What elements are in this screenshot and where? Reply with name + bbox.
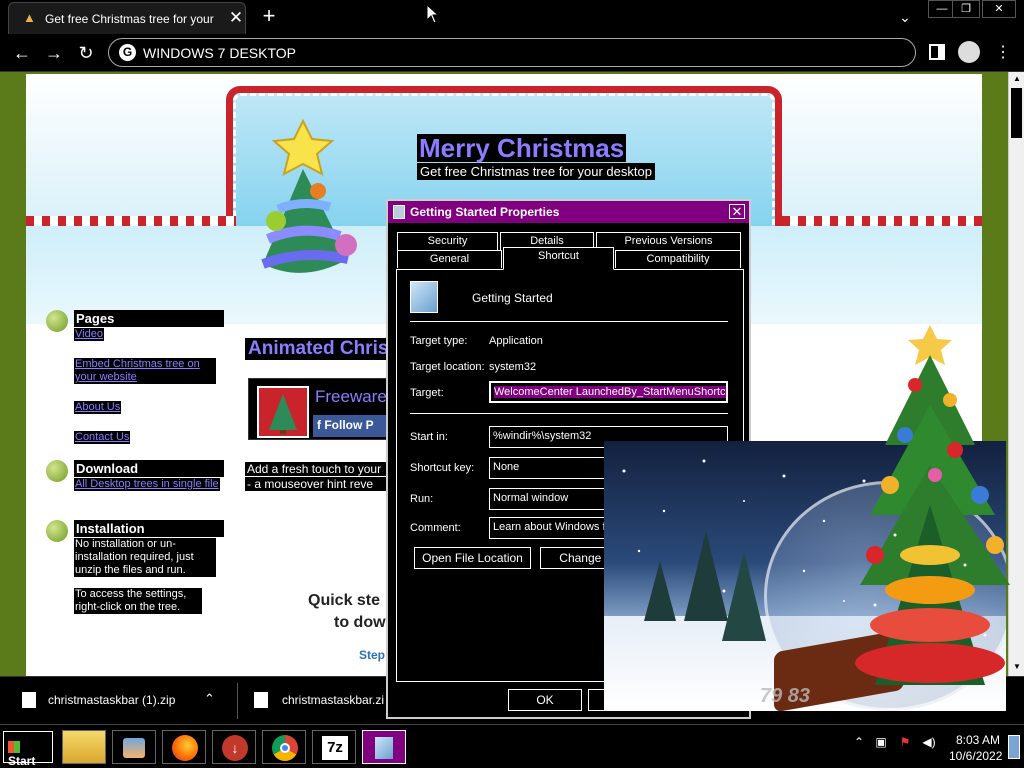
- getting-started-taskbar-icon[interactable]: [362, 730, 406, 764]
- download-bullet-icon: [46, 460, 68, 482]
- christmas-tree-favicon-icon: ▲: [23, 10, 36, 25]
- action-center-flag-icon[interactable]: ⚑: [898, 735, 912, 749]
- tab-search-chevron-icon[interactable]: ⌄: [894, 6, 916, 28]
- shortcut-icon: [393, 205, 405, 219]
- download-item-1[interactable]: christmastaskbar (1).zip: [48, 693, 175, 707]
- installation-heading: Installation: [74, 520, 224, 537]
- site-title: Merry Christmas: [417, 133, 627, 163]
- media-player-icon[interactable]: [112, 730, 156, 764]
- side-panel-icon[interactable]: [928, 43, 946, 61]
- freeware-badge[interactable]: Freeware f Follow P: [248, 378, 413, 440]
- comment-label: Comment:: [410, 522, 461, 534]
- new-tab-button[interactable]: +: [256, 4, 282, 30]
- tab-close-icon[interactable]: ✕: [227, 8, 245, 28]
- 7zip-icon[interactable]: 7z: [312, 730, 356, 764]
- more-menu-icon[interactable]: ⋮: [994, 42, 1012, 64]
- dialog-titlebar[interactable]: Getting Started Properties ✕: [388, 201, 749, 223]
- embed-tree-link[interactable]: Embed Christmas tree on your website: [74, 358, 216, 384]
- back-arrow-icon[interactable]: ←: [10, 42, 34, 64]
- freeware-text: Freeware: [315, 387, 387, 406]
- target-input-value: WelcomeCenter LaunchedBy_StartMenuShortc…: [494, 386, 726, 398]
- volume-icon[interactable]: ◀): [922, 735, 936, 749]
- quick-steps-heading-line-1: Quick ste: [308, 592, 381, 609]
- download-item-2[interactable]: christmastaskbar.zi: [282, 693, 384, 707]
- download-heading: Download: [74, 460, 224, 477]
- address-bar[interactable]: G WINDOWS 7 DESKTOP: [108, 38, 916, 67]
- google-icon: G: [119, 44, 136, 61]
- candy-stripe-left: [26, 216, 236, 226]
- clock-date[interactable]: 10/6/2022: [949, 749, 1002, 763]
- restore-button[interactable]: ❐: [952, 0, 980, 18]
- browser-tab-strip: ▲ Get free Christmas tree for your deskt…: [0, 0, 1024, 34]
- ok-button[interactable]: OK: [507, 688, 583, 712]
- video-link[interactable]: Video: [74, 328, 104, 341]
- start-in-label: Start in:: [410, 431, 448, 443]
- chrome-icon[interactable]: [262, 730, 306, 764]
- target-location-label: Target location:: [410, 361, 485, 373]
- all-trees-link[interactable]: All Desktop trees in single file: [74, 478, 220, 491]
- run-label: Run:: [410, 493, 434, 505]
- shortcut-name: Getting Started: [472, 291, 553, 305]
- show-desktop-button[interactable]: [1008, 735, 1020, 759]
- start-button[interactable]: Start: [3, 731, 53, 768]
- zip-file-icon: [254, 692, 268, 708]
- step-link[interactable]: Step: [359, 648, 385, 662]
- target-type-value: Application: [489, 335, 543, 347]
- settings-text: To access the settings, right-click on t…: [74, 588, 202, 614]
- browser-toolbar: ← → ↻ G WINDOWS 7 DESKTOP ⋮: [0, 34, 1024, 72]
- open-file-location-button[interactable]: Open File Location: [413, 546, 532, 570]
- target-input[interactable]: WelcomeCenter LaunchedBy_StartMenuShortc…: [489, 381, 728, 403]
- about-us-link[interactable]: About Us: [74, 401, 122, 414]
- contact-us-link[interactable]: Contact Us: [74, 431, 131, 444]
- animated-heading: Animated Christmas: [245, 338, 387, 360]
- site-subtitle: Get free Christmas tree for your desktop: [417, 163, 655, 180]
- pages-heading: Pages: [74, 310, 224, 327]
- target-label: Target:: [410, 387, 444, 399]
- show-hidden-icons-chevron-icon[interactable]: ⌃: [852, 735, 866, 749]
- dialog-title: Getting Started Properties: [410, 205, 560, 219]
- freeware-logo-icon: [257, 386, 309, 438]
- window-close-button[interactable]: ✕: [982, 0, 1016, 18]
- address-text[interactable]: WINDOWS 7 DESKTOP: [143, 45, 296, 61]
- christmas-tree-logo-icon: [261, 118, 357, 273]
- reload-icon[interactable]: ↻: [74, 42, 98, 64]
- windows-flag-icon: [8, 741, 20, 753]
- description-line-1: Add a fresh touch to your: [245, 462, 387, 476]
- dialog-close-button[interactable]: ✕: [729, 204, 745, 219]
- windows-taskbar: Start ↓ 7z ⌃ ▣ ⚑ ◀) 8:03 AM 10/6/2022: [0, 724, 1024, 768]
- file-explorer-icon[interactable]: [62, 730, 106, 764]
- candy-stripe-right: [782, 216, 982, 226]
- download-options-chevron-icon[interactable]: ⌃: [204, 691, 215, 707]
- spiral-christmas-tree-gadget[interactable]: [835, 495, 1020, 710]
- tab-compatibility[interactable]: Compatibility: [615, 250, 741, 268]
- shortcut-key-label: Shortcut key:: [410, 462, 475, 474]
- zip-file-icon: [22, 692, 36, 708]
- quick-steps-heading-line-2: to dow: [334, 614, 386, 631]
- pages-bullet-icon: [46, 310, 68, 332]
- firefox-icon[interactable]: [162, 730, 206, 764]
- installation-bullet-icon: [46, 520, 68, 542]
- browser-tab[interactable]: ▲ Get free Christmas tree for your deskt…: [8, 2, 246, 34]
- tab-general[interactable]: General: [397, 250, 502, 268]
- target-location-value: system32: [489, 361, 537, 373]
- tab-shortcut[interactable]: Shortcut: [503, 247, 614, 270]
- scroll-up-arrow-icon[interactable]: ▲: [1009, 72, 1024, 86]
- profile-avatar-icon[interactable]: [958, 41, 980, 63]
- description-line-2: - a mouseover hint reve: [245, 477, 387, 491]
- start-label: Start: [8, 754, 36, 768]
- forward-arrow-icon[interactable]: →: [42, 42, 66, 64]
- installation-text: No installation or un-installation requi…: [74, 538, 216, 577]
- target-type-label: Target type:: [410, 335, 468, 347]
- mouse-cursor-icon: [426, 4, 440, 24]
- network-icon[interactable]: ▣: [874, 735, 888, 749]
- download-manager-icon[interactable]: ↓: [212, 730, 256, 764]
- getting-started-icon: [410, 281, 438, 313]
- tab-title: Get free Christmas tree for your desktop: [45, 12, 215, 26]
- clock-time[interactable]: 8:03 AM: [956, 733, 1000, 747]
- tab-security[interactable]: Security: [397, 232, 498, 250]
- scroll-thumb[interactable]: [1011, 88, 1022, 138]
- tab-previous-versions[interactable]: Previous Versions: [596, 232, 741, 250]
